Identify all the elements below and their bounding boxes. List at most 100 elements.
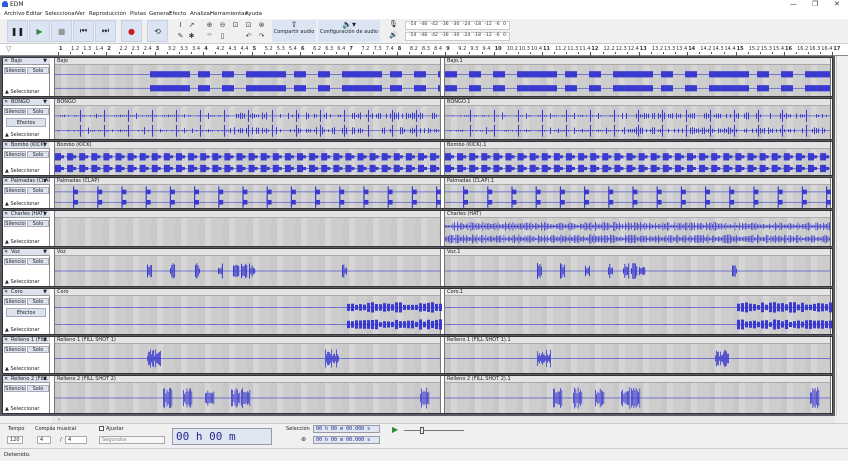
- time-signature-numerator[interactable]: 4: [37, 436, 51, 444]
- audio-clip[interactable]: Bajo: [54, 58, 441, 96]
- select-track-button[interactable]: ▲ Seleccionar: [5, 239, 39, 245]
- audio-clip[interactable]: Relleno 2 (FILL SHOT 2): [54, 376, 441, 413]
- zoom-out-icon[interactable]: ⊖: [218, 20, 227, 29]
- track-menu-icon[interactable]: ▼: [43, 211, 47, 218]
- clip-name[interactable]: Bajo.1: [445, 58, 830, 65]
- track[interactable]: Bombo (KICK) ✕ ▼ Silencio Solo ▲ Seleccionar B…: [2, 141, 833, 176]
- clip-name[interactable]: [55, 211, 440, 218]
- menu-reproducción[interactable]: Reproducción: [89, 11, 126, 17]
- track-menu-icon[interactable]: ▼: [43, 142, 47, 149]
- track-menu-icon[interactable]: ▼: [43, 99, 47, 106]
- track-header[interactable]: Voz ✕ ▼ Silencio Solo ▲ Seleccionar: [3, 249, 50, 286]
- pause-button[interactable]: ❚❚: [7, 20, 28, 42]
- track-header[interactable]: Bombo (KICK) ✕ ▼ Silencio Solo ▲ Seleccionar: [3, 142, 50, 175]
- track-menu-icon[interactable]: ▼: [43, 376, 47, 383]
- solo-button[interactable]: Solo: [27, 67, 49, 74]
- vertical-scrollbar[interactable]: [836, 56, 848, 416]
- envelope-tool-icon[interactable]: ↗: [187, 20, 196, 29]
- select-track-button[interactable]: ▲ Seleccionar: [5, 366, 39, 372]
- audio-clip[interactable]: Voz: [54, 249, 441, 286]
- share-audio-button[interactable]: ⇧ Compartir audio: [272, 20, 316, 42]
- menu-herramientas[interactable]: Herramientas: [210, 11, 247, 17]
- record-meter[interactable]: -54 -48 -42 -36 -30 -24 -18 -12 -6 0: [405, 21, 510, 30]
- select-track-button[interactable]: ▲ Seleccionar: [5, 89, 39, 95]
- menu-ayuda[interactable]: Ayuda: [245, 11, 262, 17]
- clip-name[interactable]: Relleno 1 (FILL SHOT 1): [55, 337, 440, 344]
- track-menu-icon[interactable]: ▼: [43, 178, 47, 185]
- menu-efecto[interactable]: Efecto: [169, 11, 186, 17]
- track[interactable]: Relleno 1 (FILL SHOT 1)✕▼SilencioSolo▲ S…: [2, 336, 833, 374]
- play-button[interactable]: ▶: [29, 20, 50, 42]
- minimize-button[interactable]: —: [790, 0, 797, 8]
- record-button[interactable]: ●: [121, 20, 142, 42]
- mute-button[interactable]: Silencio: [4, 151, 26, 158]
- clip-name[interactable]: BONGO.1: [445, 99, 830, 106]
- track-menu-icon[interactable]: ▼: [43, 289, 47, 296]
- clip-name[interactable]: BONGO: [55, 99, 440, 106]
- track-header[interactable]: Palmadas (CLAP) ✕ ▼ Silencio Solo ▲ Seleccion…: [3, 178, 50, 208]
- play-at-speed-icon[interactable]: ▶: [392, 425, 398, 434]
- draw-tool-icon[interactable]: ✎: [176, 31, 185, 40]
- close-track-icon[interactable]: ✕: [4, 289, 8, 296]
- timeline-options-icon[interactable]: ▽: [6, 45, 11, 53]
- audio-clip[interactable]: BONGO: [54, 99, 441, 139]
- track-header[interactable]: Coro ✕ ▼ Silencio Solo Efectos ▲ Seleccionar: [3, 289, 50, 334]
- track[interactable]: Coro ✕ ▼ Silencio Solo Efectos ▲ Seleccionar Co…: [2, 288, 833, 335]
- solo-button[interactable]: Solo: [27, 385, 49, 392]
- audio-clip[interactable]: Palmadas (CLAP): [54, 178, 441, 208]
- clip-name[interactable]: Voz: [55, 249, 440, 256]
- snap-checkbox[interactable]: [99, 426, 104, 431]
- audio-clip[interactable]: Bombo (KICK).1: [444, 142, 831, 175]
- close-button[interactable]: ✕: [834, 0, 840, 8]
- audio-clip[interactable]: BONGO.1: [444, 99, 831, 139]
- mute-button[interactable]: Silencio: [4, 346, 26, 353]
- menu-pistas[interactable]: Pistas: [130, 11, 146, 17]
- solo-button[interactable]: Solo: [27, 151, 49, 158]
- select-track-button[interactable]: ▲ Seleccionar: [5, 327, 39, 333]
- close-track-icon[interactable]: ✕: [4, 142, 8, 149]
- solo-button[interactable]: Solo: [27, 346, 49, 353]
- mute-button[interactable]: Silencio: [4, 258, 26, 265]
- solo-button[interactable]: Solo: [27, 108, 49, 115]
- solo-button[interactable]: Solo: [27, 220, 49, 227]
- clip-name[interactable]: Relleno 2 (FILL SHOT 2): [55, 376, 440, 383]
- silence-icon[interactable]: ▯: [218, 31, 227, 40]
- close-track-icon[interactable]: ✕: [4, 99, 8, 106]
- close-track-icon[interactable]: ✕: [4, 178, 8, 185]
- clip-name[interactable]: Bajo: [55, 58, 440, 65]
- mute-button[interactable]: Silencio: [4, 385, 26, 392]
- track-menu-icon[interactable]: ▼: [43, 337, 47, 344]
- stop-button[interactable]: ■: [51, 20, 72, 42]
- track-header[interactable]: Charles (HAT) ✕ ▼ Silencio Solo ▲ Seleccionar: [3, 211, 50, 246]
- undo-icon[interactable]: ↶: [244, 31, 253, 40]
- playback-speed-slider[interactable]: [404, 427, 464, 434]
- clip-name[interactable]: Voz.1: [445, 249, 830, 256]
- time-signature-denominator[interactable]: 4: [65, 436, 87, 444]
- solo-button[interactable]: Solo: [27, 258, 49, 265]
- audio-setup-button[interactable]: 🔈▾ Configuración de audio: [318, 20, 380, 42]
- clip-name[interactable]: Coro.1: [445, 289, 830, 296]
- time-display[interactable]: 00 h 00 m 00.000 s: [172, 428, 272, 459]
- audio-clip[interactable]: Relleno 1 (FILL SHOT 1).1: [444, 337, 831, 373]
- selection-mode-icon[interactable]: ⊛: [301, 436, 306, 443]
- audio-clip[interactable]: Bajo.1: [444, 58, 831, 96]
- track-header[interactable]: Bajo ✕ ▼ Silencio Solo ▲ Seleccionar: [3, 58, 50, 96]
- track[interactable]: BONGO ✕ ▼ Silencio Solo Efectos ▲ Seleccionar B…: [2, 98, 833, 140]
- audio-clip[interactable]: Coro: [54, 289, 442, 334]
- audio-clip[interactable]: Palmadas (CLAP).1: [444, 178, 831, 208]
- selection-tool-icon[interactable]: I: [176, 20, 185, 29]
- audio-clip[interactable]: [54, 211, 441, 246]
- audio-clip[interactable]: Relleno 2 (FILL SHOT 2).1: [444, 376, 831, 413]
- close-track-icon[interactable]: ✕: [4, 249, 8, 256]
- redo-icon[interactable]: ↷: [257, 31, 266, 40]
- solo-button[interactable]: Solo: [27, 187, 49, 194]
- solo-button[interactable]: Solo: [27, 298, 49, 305]
- mute-button[interactable]: Silencio: [4, 108, 26, 115]
- close-track-icon[interactable]: ✕: [4, 211, 8, 218]
- skip-start-button[interactable]: ⏮: [73, 20, 94, 42]
- menu-editar[interactable]: Editar: [26, 11, 42, 17]
- maximize-button[interactable]: ❐: [812, 0, 818, 8]
- clip-name[interactable]: Charles (HAT): [445, 211, 830, 218]
- clip-name[interactable]: Relleno 2 (FILL SHOT 2).1: [445, 376, 830, 383]
- menu-archivo[interactable]: Archivo: [4, 11, 25, 17]
